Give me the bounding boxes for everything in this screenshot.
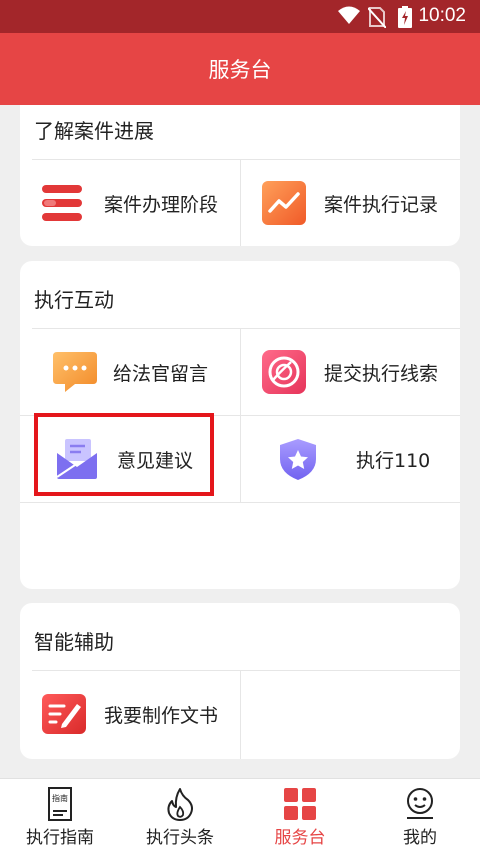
wifi-icon — [338, 6, 360, 24]
divider — [240, 160, 241, 246]
item-label: 案件办理阶段 — [104, 193, 219, 216]
section-case-progress: 了解案件进展 案件办理阶段 案件执行记录 — [20, 105, 460, 246]
item-label: 执行110 — [356, 449, 431, 472]
status-time: 10:02 — [418, 5, 466, 26]
no-sim-icon — [368, 7, 386, 28]
tab-guide[interactable]: 指南 执行指南 — [0, 779, 120, 853]
tab-label: 我的 — [403, 828, 437, 848]
status-bar: 10:02 — [0, 0, 480, 33]
highlight-box — [34, 413, 214, 496]
hotline-110-button[interactable]: 执行110 — [276, 437, 430, 481]
guide-book-icon: 指南 — [43, 787, 77, 821]
section-title: 了解案件进展 — [34, 119, 154, 143]
divider — [240, 671, 241, 759]
trend-chart-icon — [262, 181, 306, 225]
section-title: 执行互动 — [34, 288, 114, 312]
clue-disc-icon — [262, 350, 306, 394]
divider — [32, 670, 460, 671]
app-bar: 服务台 — [0, 33, 480, 105]
guide-icon-text: 指南 — [52, 793, 68, 803]
item-label: 提交执行线索 — [324, 362, 439, 385]
page-title: 服务台 — [208, 58, 272, 82]
shield-star-icon — [276, 437, 320, 481]
message-judge-button[interactable]: 给法官留言 — [53, 350, 208, 394]
stages-icon — [40, 181, 84, 225]
chat-bubble-icon — [53, 350, 97, 394]
tab-label: 执行指南 — [26, 828, 94, 848]
item-label: 给法官留言 — [113, 362, 209, 385]
tab-label: 执行头条 — [146, 828, 214, 848]
flame-icon — [163, 787, 197, 821]
divider — [240, 329, 241, 503]
submit-clue-button[interactable]: 提交执行线索 — [262, 350, 438, 394]
item-label: 我要制作文书 — [104, 704, 219, 727]
section-title: 智能辅助 — [34, 630, 114, 654]
item-label: 案件执行记录 — [324, 193, 439, 216]
tab-mine[interactable]: 我的 — [360, 779, 480, 853]
document-edit-icon — [42, 692, 86, 736]
tab-headlines[interactable]: 执行头条 — [120, 779, 240, 853]
tab-service-desk[interactable]: 服务台 — [240, 779, 360, 853]
battery-charging-icon — [398, 6, 412, 28]
divider — [32, 328, 460, 329]
tab-label: 服务台 — [274, 828, 326, 848]
divider — [32, 159, 460, 160]
case-stages-button[interactable]: 案件办理阶段 — [40, 181, 218, 225]
make-document-button[interactable]: 我要制作文书 — [42, 692, 218, 736]
case-records-button[interactable]: 案件执行记录 — [262, 181, 438, 225]
bottom-tab-bar: 指南 执行指南 执行头条 服务台 我的 — [0, 778, 480, 853]
grid-icon — [283, 787, 317, 821]
face-icon — [403, 787, 437, 821]
section-smart-assist: 智能辅助 我要制作文书 — [20, 603, 460, 759]
